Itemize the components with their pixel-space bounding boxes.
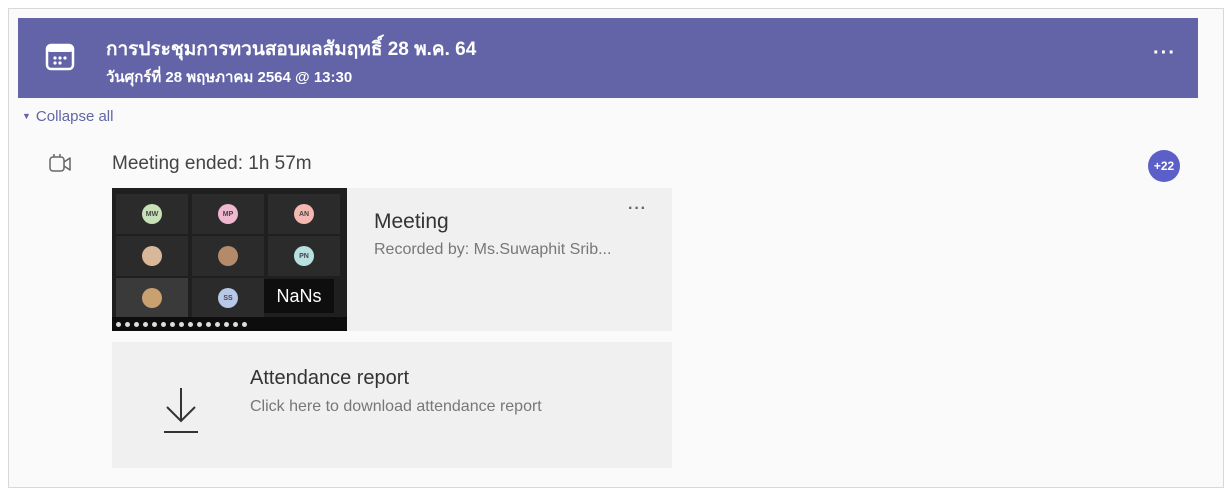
download-arrow-icon xyxy=(162,386,200,434)
avatar xyxy=(218,246,238,266)
recording-title: Meeting xyxy=(374,210,449,233)
avatar xyxy=(142,288,162,308)
attendance-report-title: Attendance report xyxy=(250,367,409,389)
participants-badge[interactable]: +22 xyxy=(1148,150,1180,182)
recording-more-options-button[interactable]: ··· xyxy=(628,200,647,218)
attendance-report-card[interactable]: Attendance report Click here to download… xyxy=(112,342,672,468)
caret-down-icon: ▼ xyxy=(22,111,31,121)
collapse-all-label: Collapse all xyxy=(35,108,114,125)
avatar: AN xyxy=(294,204,314,224)
recorded-by-text: Recorded by: Ms.Suwaphit Srib... xyxy=(374,241,612,258)
avatar: MW xyxy=(142,204,162,224)
collapse-all-link[interactable]: ▼ Collapse all xyxy=(22,108,113,125)
thumbnail-toolbar-strip xyxy=(112,317,347,331)
participant-tile: AN xyxy=(268,194,340,234)
participant-tile xyxy=(116,236,188,276)
avatar: SS xyxy=(218,288,238,308)
avatar xyxy=(142,246,162,266)
participant-tile: MW xyxy=(116,194,188,234)
avatar: MP xyxy=(218,204,238,224)
participant-tile xyxy=(116,278,188,318)
meeting-datetime: วันศุกร์ที่ 28 พฤษภาคม 2564 @ 13:30 xyxy=(106,69,353,86)
header-more-options-button[interactable]: ··· xyxy=(1153,42,1176,65)
participant-tile xyxy=(192,236,264,276)
participant-tile: MP xyxy=(192,194,264,234)
meeting-title: การประชุมการทวนสอบผลสัมฤทธิ์ 28 พ.ค. 64 xyxy=(106,39,477,60)
participant-tile: PN xyxy=(268,236,340,276)
calendar-icon xyxy=(44,40,76,72)
meeting-ended-status: Meeting ended: 1h 57m xyxy=(112,153,312,174)
participant-tile: SS xyxy=(192,278,264,318)
video-camera-icon xyxy=(48,152,72,176)
recording-thumbnail[interactable]: MW MP AN PN SS NaNs xyxy=(112,188,347,331)
attendance-report-subtitle: Click here to download attendance report xyxy=(250,398,542,415)
meeting-header: การประชุมการทวนสอบผลสัมฤทธิ์ 28 พ.ค. 64 … xyxy=(18,18,1198,98)
avatar: PN xyxy=(294,246,314,266)
thumbnail-label: NaNs xyxy=(264,279,334,313)
recording-card[interactable]: MW MP AN PN SS NaNs Meeting Recorded by:… xyxy=(112,188,672,331)
